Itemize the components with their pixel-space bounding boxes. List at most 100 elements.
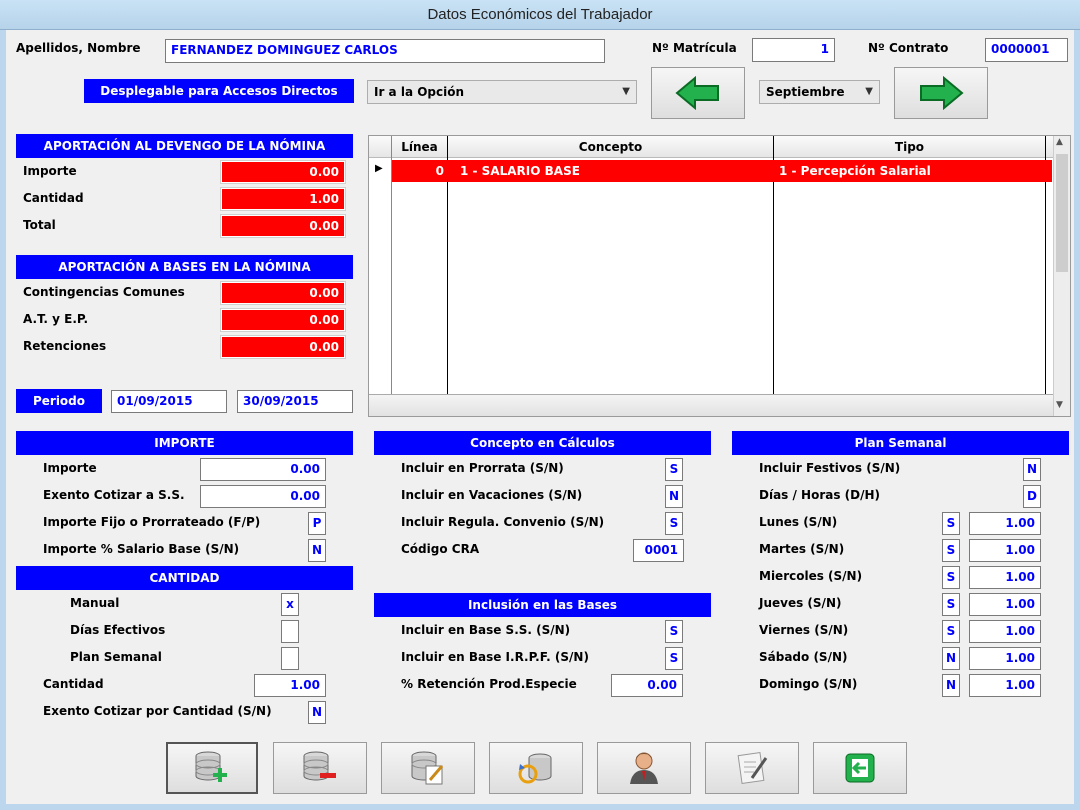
add-record-button[interactable]: [166, 742, 258, 794]
pct-salario-label: Importe % Salario Base (S/N): [43, 542, 240, 556]
sabado-flag[interactable]: N: [942, 647, 960, 670]
grid-col-concepto[interactable]: Concepto: [448, 136, 773, 158]
periodo-from-field[interactable]: 01/09/2015: [111, 390, 227, 413]
bases-ret-value: 0.00: [221, 336, 345, 358]
scroll-down-icon[interactable]: ▼: [1056, 400, 1063, 410]
devengo-cantidad-value: 1.00: [221, 188, 345, 210]
month-dropdown[interactable]: Septiembre ▼: [759, 80, 880, 104]
plan-title: Plan Semanal: [732, 431, 1069, 455]
bases-cc-label: Contingencias Comunes: [23, 285, 185, 299]
scroll-up-icon[interactable]: ▲: [1056, 137, 1063, 147]
periodo-to-field[interactable]: 30/09/2015: [237, 390, 353, 413]
lunes-value[interactable]: 1.00: [969, 512, 1041, 535]
name-label: Apellidos, Nombre: [16, 41, 141, 55]
cantidad-title: CANTIDAD: [16, 566, 353, 590]
prorrata-label: Incluir en Prorrata (S/N): [401, 461, 564, 475]
window-frame-right: [1074, 30, 1080, 810]
exento-cantidad-label: Exento Cotizar por Cantidad (S/N): [43, 704, 272, 718]
devengo-total-label: Total: [23, 218, 56, 232]
contrato-field[interactable]: 0000001: [985, 38, 1068, 62]
fijo-prorrateado-field[interactable]: P: [308, 512, 326, 535]
exento-ss-label: Exento Cotizar a S.S.: [43, 488, 185, 502]
arrow-right-icon: [920, 76, 964, 110]
jueves-value[interactable]: 1.00: [969, 593, 1041, 616]
miercoles-flag[interactable]: S: [942, 566, 960, 589]
scroll-thumb[interactable]: [1056, 154, 1068, 272]
domingo-label: Domingo (S/N): [759, 677, 858, 691]
cra-label: Código CRA: [401, 542, 480, 556]
bases-ret-label: Retenciones: [23, 339, 107, 353]
delete-record-button[interactable]: [273, 742, 367, 794]
plan-semanal-checkbox[interactable]: [281, 647, 299, 670]
lunes-flag[interactable]: S: [942, 512, 960, 535]
base-irpf-label: Incluir en Base I.R.P.F. (S/N): [401, 650, 589, 664]
domingo-flag[interactable]: N: [942, 674, 960, 697]
base-ss-field[interactable]: S: [665, 620, 683, 643]
regula-label: Incluir Regula. Convenio (S/N): [401, 515, 605, 529]
grid-footer: [369, 394, 1053, 416]
dias-efectivos-label: Días Efectivos: [70, 623, 166, 637]
db-refresh-icon: [518, 753, 552, 784]
vacaciones-label: Incluir en Vacaciones (S/N): [401, 488, 583, 502]
refresh-record-button[interactable]: [489, 742, 583, 794]
retencion-especie-label: % Retención Prod.Especie: [401, 677, 577, 691]
edit-record-button[interactable]: [381, 742, 475, 794]
jueves-flag[interactable]: S: [942, 593, 960, 616]
chevron-down-icon: ▼: [865, 86, 873, 97]
base-irpf-field[interactable]: S: [665, 647, 683, 670]
pct-salario-field[interactable]: N: [308, 539, 326, 562]
window-frame-left: [0, 30, 6, 810]
option-dropdown[interactable]: Ir a la Opción ▼: [367, 80, 637, 104]
conceptos-grid[interactable]: Línea Concepto Tipo ▶ 0 1 - SALARIO BASE…: [368, 135, 1071, 417]
option-dropdown-value: Ir a la Opción: [374, 85, 465, 99]
regula-field[interactable]: S: [665, 512, 683, 535]
devengo-cantidad-label: Cantidad: [23, 191, 84, 205]
viernes-value[interactable]: 1.00: [969, 620, 1041, 643]
grid-col-linea[interactable]: Línea: [392, 136, 447, 158]
sabado-label: Sábado (S/N): [759, 650, 848, 664]
grid-scrollbar[interactable]: ▲ ▼: [1053, 136, 1070, 416]
previous-month-button[interactable]: [651, 67, 745, 119]
miercoles-value[interactable]: 1.00: [969, 566, 1041, 589]
devengo-title: APORTACIÓN AL DEVENGO DE LA NÓMINA: [16, 134, 353, 158]
month-dropdown-value: Septiembre: [766, 85, 845, 99]
martes-value[interactable]: 1.00: [969, 539, 1041, 562]
viernes-flag[interactable]: S: [942, 620, 960, 643]
retencion-especie-field[interactable]: 0.00: [611, 674, 683, 697]
exento-cantidad-field[interactable]: N: [308, 701, 326, 724]
vacaciones-field[interactable]: N: [665, 485, 683, 508]
plan-semanal-label: Plan Semanal: [70, 650, 162, 664]
cantidad-field[interactable]: 1.00: [254, 674, 326, 697]
dias-horas-field[interactable]: D: [1023, 485, 1041, 508]
sabado-value[interactable]: 1.00: [969, 647, 1041, 670]
document-edit-icon: [737, 752, 768, 784]
matricula-label: Nº Matrícula: [652, 41, 737, 55]
exit-button[interactable]: [813, 742, 907, 794]
manual-checkbox[interactable]: x: [281, 593, 299, 616]
name-field[interactable]: FERNANDEZ DOMINGUEZ CARLOS: [165, 39, 605, 63]
bases-title: APORTACIÓN A BASES EN LA NÓMINA: [16, 255, 353, 279]
row-linea: 0: [435, 164, 444, 178]
festivos-field[interactable]: N: [1023, 458, 1041, 481]
domingo-value[interactable]: 1.00: [969, 674, 1041, 697]
inclusion-title: Inclusión en las Bases: [374, 593, 711, 617]
exento-ss-field[interactable]: 0.00: [200, 485, 326, 508]
matricula-field[interactable]: 1: [752, 38, 835, 62]
grid-col-tipo[interactable]: Tipo: [774, 136, 1045, 158]
exit-icon: [845, 753, 875, 783]
window-title: Datos Económicos del Trabajador: [427, 6, 653, 23]
row-tipo: 1 - Percepción Salarial: [779, 164, 931, 178]
bases-at-value: 0.00: [221, 309, 345, 331]
notes-button[interactable]: [705, 742, 799, 794]
employee-button[interactable]: [597, 742, 691, 794]
dias-efectivos-checkbox[interactable]: [281, 620, 299, 643]
table-row[interactable]: 0 1 - SALARIO BASE 1 - Percepción Salari…: [392, 160, 1052, 182]
martes-flag[interactable]: S: [942, 539, 960, 562]
importe-field[interactable]: 0.00: [200, 458, 326, 481]
dias-horas-label: Días / Horas (D/H): [759, 488, 881, 502]
prorrata-field[interactable]: S: [665, 458, 683, 481]
contrato-label: Nº Contrato: [868, 41, 949, 55]
cra-field[interactable]: 0001: [633, 539, 684, 562]
next-month-button[interactable]: [894, 67, 988, 119]
shortcuts-label: Desplegable para Accesos Directos: [84, 79, 354, 103]
